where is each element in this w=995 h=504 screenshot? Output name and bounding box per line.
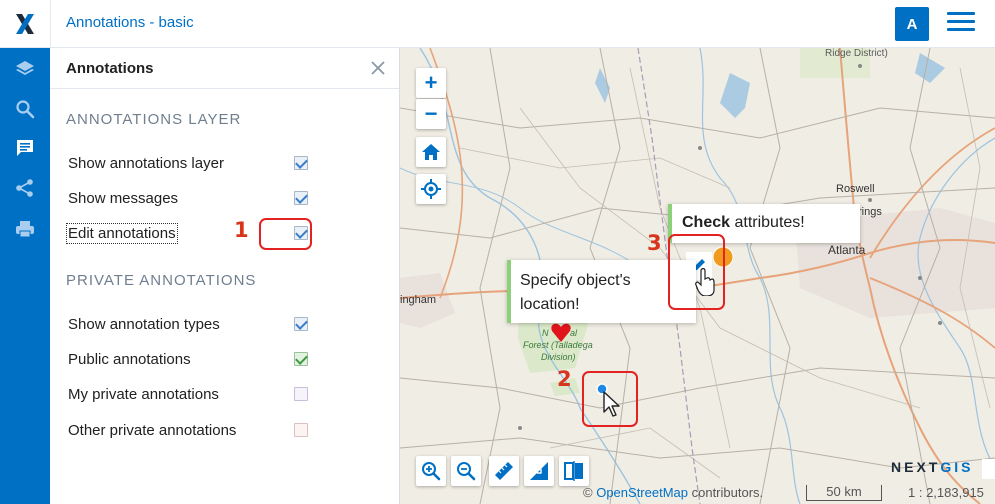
callout-box-2: [582, 371, 638, 427]
app-title: Annotations - basic: [66, 14, 194, 31]
option-label: Other private annotations: [68, 422, 237, 439]
popup-accent-bar: [507, 260, 511, 323]
popup-check-bold: Check: [682, 214, 731, 231]
zoom-in-button[interactable]: +: [416, 68, 446, 98]
layers-icon[interactable]: [0, 50, 50, 88]
other-private-annotations-checkbox[interactable]: [294, 423, 308, 437]
home-extent-button[interactable]: [416, 137, 446, 167]
map-label-roswell: Roswell: [836, 183, 875, 195]
zoom-in-tool-button[interactable]: [416, 456, 446, 486]
public-annotations-checkbox[interactable]: [294, 352, 308, 366]
panel-title: Annotations: [66, 60, 154, 77]
map-label-birmingham: ingham: [400, 294, 437, 306]
app-logo-icon[interactable]: [0, 0, 50, 48]
show-annotations-layer-checkbox[interactable]: [294, 156, 308, 170]
option-label: Show annotation types: [68, 316, 220, 333]
option-label: Show annotations layer: [68, 155, 224, 172]
option-other-private-annotations: Other private annotations: [68, 419, 308, 441]
map-label-forest-al: al: [570, 328, 578, 338]
menu-hamburger-icon[interactable]: [947, 12, 975, 36]
header-divider: [50, 0, 51, 48]
scale-bar: 50 km: [806, 485, 882, 501]
left-sidebar-rail: [0, 48, 50, 504]
zoom-out-button[interactable]: −: [416, 99, 446, 129]
my-private-annotations-checkbox[interactable]: [294, 387, 308, 401]
zoom-out-tool-button[interactable]: [451, 456, 481, 486]
panel-header: Annotations: [50, 48, 399, 89]
option-show-annotation-types: Show annotation types: [68, 313, 308, 335]
map-label-atlanta: Atlanta: [828, 243, 866, 257]
print-icon[interactable]: [0, 210, 50, 248]
show-annotation-types-checkbox[interactable]: [294, 317, 308, 331]
callout-number-1: 1: [234, 218, 249, 242]
section-heading-annotations-layer: ANNOTATIONS LAYER: [66, 111, 242, 128]
user-avatar-button[interactable]: A: [895, 7, 929, 41]
popup-specify-line2: location!: [520, 296, 580, 313]
map-label-forest-n: N: [542, 328, 549, 338]
attribution-rest: contributors.: [688, 485, 764, 500]
osm-link[interactable]: OpenStreetMap: [596, 485, 688, 500]
home-icon: [422, 144, 440, 160]
option-label: My private annotations: [68, 386, 219, 403]
zoom-out-magnifier-icon: [457, 462, 476, 481]
map-label-forest-talladega: Forest (Talladega: [523, 340, 593, 350]
attribution-toggle[interactable]: [982, 459, 995, 479]
measure-distance-button[interactable]: [489, 456, 519, 486]
callout-box-3: [668, 234, 725, 310]
annotations-panel: Annotations ANNOTATIONS LAYER Show annot…: [50, 48, 400, 504]
nextgis-brand-logo: NEXTGIS: [891, 459, 973, 475]
search-icon[interactable]: [0, 90, 50, 128]
measure-area-button[interactable]: [524, 456, 554, 486]
show-messages-checkbox[interactable]: [294, 191, 308, 205]
swipe-compare-button[interactable]: [559, 456, 589, 486]
geolocate-button[interactable]: [416, 174, 446, 204]
close-icon[interactable]: [370, 60, 386, 76]
brand-suffix: GIS: [940, 459, 974, 475]
option-label: Edit annotations: [66, 223, 178, 244]
option-my-private-annotations: My private annotations: [68, 383, 308, 405]
popup-check-rest: attributes!: [730, 214, 805, 231]
ruler-icon: [495, 462, 513, 480]
crosshair-icon: [421, 179, 441, 199]
option-label: Public annotations: [68, 351, 191, 368]
section-heading-private-annotations: PRIVATE ANNOTATIONS: [66, 272, 257, 289]
app-header: Annotations - basic A: [0, 0, 995, 48]
option-show-messages: Show messages: [68, 187, 308, 209]
swipe-icon: [564, 461, 583, 481]
attribution-symbol: ©: [583, 485, 593, 500]
map-label-ridge: Ridge District): [825, 48, 888, 59]
map-attribution: © OpenStreetMap contributors.: [583, 485, 763, 500]
map-label-springs: rings: [858, 206, 882, 218]
option-public-annotations: Public annotations: [68, 348, 308, 370]
callout-box-1: [259, 218, 312, 250]
option-label: Show messages: [68, 190, 179, 207]
callout-number-3: 3: [647, 231, 662, 255]
scale-ratio: 1 : 2,183,915: [908, 485, 984, 500]
area-ruler-icon: [530, 462, 548, 480]
brand-prefix: NEXT: [891, 459, 941, 475]
callout-number-2: 2: [557, 367, 572, 391]
annotation-icon[interactable]: [0, 129, 50, 167]
zoom-in-magnifier-icon: [422, 462, 441, 481]
share-icon[interactable]: [0, 169, 50, 207]
map-label-forest-division: Division): [541, 352, 576, 362]
option-show-annotations-layer: Show annotations layer: [68, 152, 308, 174]
popup-specify-line1: Specify object's: [520, 272, 631, 289]
